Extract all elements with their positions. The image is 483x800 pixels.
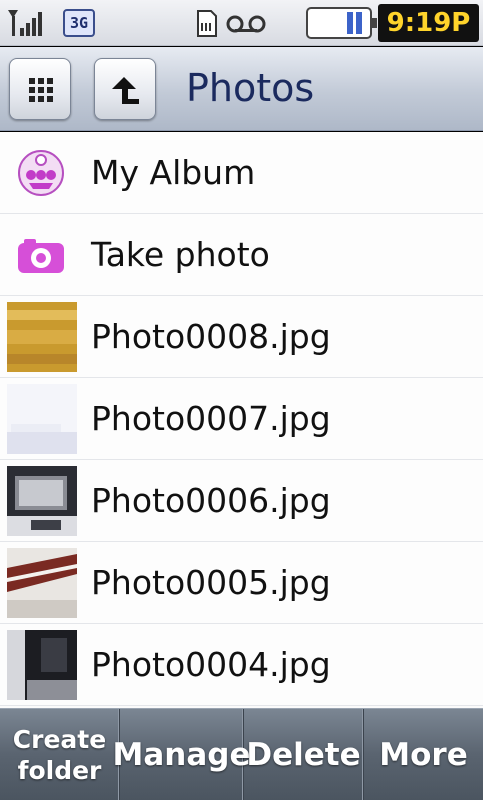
create-folder-label-line2: folder [17,756,102,785]
photo-thumbnail [7,630,77,700]
softkey-bar: Create folder Manage Delete More [0,708,483,800]
battery-level-bar [356,12,362,34]
list-item-label: Photo0005.jpg [91,563,331,602]
up-arrow-icon [112,77,139,104]
photo-list: My Album Take photo Photo0008.jpg Photo0… [0,132,483,708]
clock: 9:19P [378,4,479,42]
voicemail-icon [226,15,266,33]
photo-thumbnail [7,548,77,618]
list-item-photo[interactable]: Photo0005.jpg [0,542,483,624]
delete-button[interactable]: Delete [244,709,364,800]
camera-icon [18,239,64,273]
battery-icon [306,7,377,39]
battery-level-bar [347,12,353,34]
list-item-take-photo[interactable]: Take photo [0,214,483,296]
sd-card-icon [197,10,217,37]
create-folder-button[interactable]: Create folder [0,709,120,800]
list-item-photo[interactable]: Photo0004.jpg [0,624,483,706]
create-folder-label-line1: Create [12,725,107,754]
grid-menu-icon [29,78,53,102]
status-bar: 3G 9:19P [0,0,483,46]
back-button[interactable] [94,58,156,120]
photo-thumbnail [7,384,77,454]
list-item-label: Photo0006.jpg [91,481,331,520]
list-item-my-album[interactable]: My Album [0,132,483,214]
list-item-photo[interactable]: Photo0006.jpg [0,460,483,542]
photo-thumbnail [7,466,77,536]
album-icon [18,150,64,196]
signal-icon [8,10,42,36]
list-item-photo[interactable]: Photo0008.jpg [0,296,483,378]
list-item-label: Photo0004.jpg [91,645,331,684]
list-item-label: Take photo [91,235,270,274]
list-item-photo[interactable]: Photo0007.jpg [0,378,483,460]
photo-thumbnail [7,302,77,372]
list-item-label: My Album [91,153,256,192]
more-button[interactable]: More [364,709,483,800]
list-item-label: Photo0007.jpg [91,399,331,438]
3g-icon: 3G [63,9,95,37]
page-title: Photos [186,66,315,110]
title-bar: Photos [0,47,483,131]
manage-button[interactable]: Manage [113,709,251,800]
menu-button[interactable] [9,58,71,120]
list-item-label: Photo0008.jpg [91,317,331,356]
